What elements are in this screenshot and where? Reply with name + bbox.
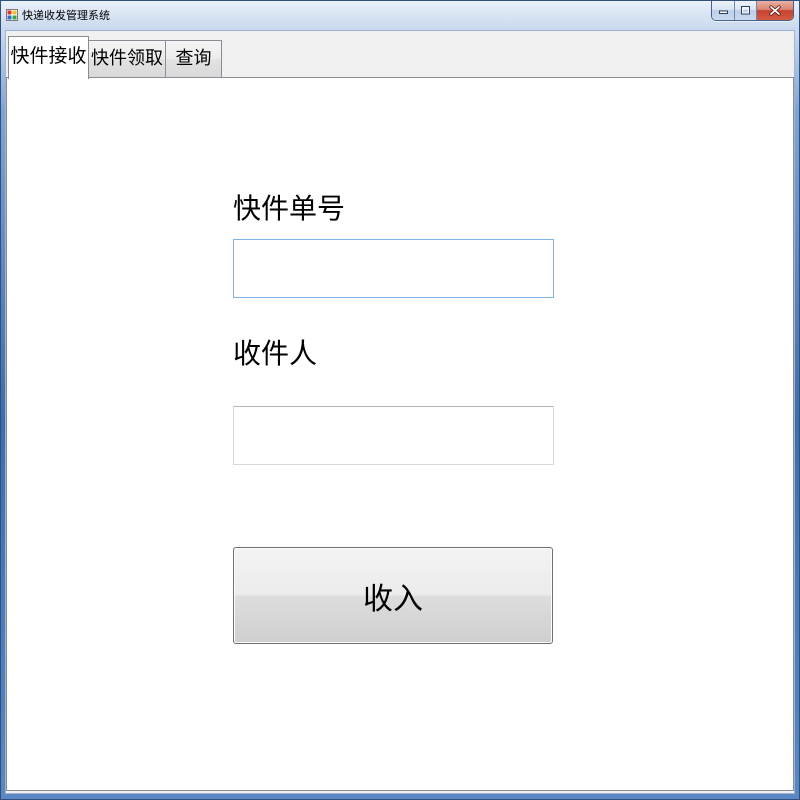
tracking-number-label: 快件单号	[233, 192, 346, 225]
close-button[interactable]	[756, 1, 793, 20]
recipient-input[interactable]	[233, 406, 554, 465]
close-icon	[769, 5, 781, 16]
minimize-icon	[718, 10, 728, 14]
tab-control: 快件接收 快件领取 查询 快件单号 收件人 收入	[6, 31, 794, 793]
tab-pickup[interactable]: 快件领取	[88, 40, 166, 77]
recipient-label: 收件人	[233, 337, 318, 370]
tab-label: 查询	[175, 48, 212, 69]
title-bar[interactable]: 快递收发管理系统	[1, 1, 799, 30]
caption-buttons	[711, 1, 794, 21]
tab-label: 快件领取	[91, 48, 163, 69]
client-area: 快件接收 快件领取 查询 快件单号 收件人 收入	[5, 30, 795, 794]
receive-submit-label: 收入	[363, 581, 423, 617]
tab-query[interactable]: 查询	[165, 40, 222, 77]
tab-label: 快件接收	[10, 45, 87, 67]
maximize-icon	[741, 6, 751, 15]
app-window: 快递收发管理系统 快件接收 快件领取 查询 快件单号 收件人 收入	[0, 0, 800, 800]
app-icon	[6, 9, 18, 21]
receive-submit-button[interactable]: 收入	[233, 547, 553, 644]
tracking-number-input[interactable]	[233, 239, 554, 298]
minimize-button[interactable]	[712, 1, 736, 20]
maximize-button[interactable]	[735, 1, 757, 20]
tab-receive[interactable]: 快件接收	[8, 36, 89, 79]
tab-page-receive: 快件单号 收件人 收入	[6, 77, 794, 791]
window-title: 快递收发管理系统	[22, 9, 110, 22]
